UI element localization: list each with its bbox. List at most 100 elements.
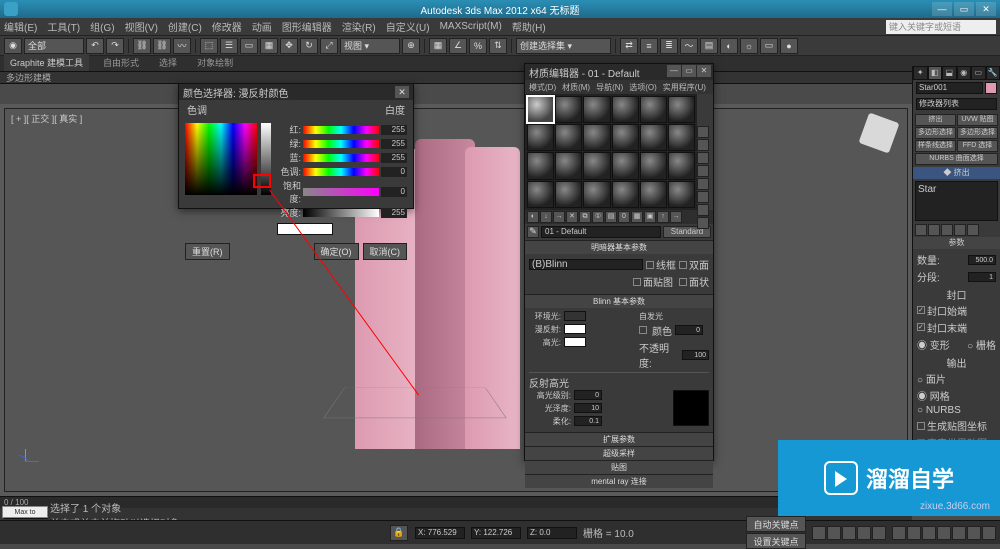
material-slot[interactable] (583, 96, 610, 123)
menu-help[interactable]: 帮助(H) (512, 19, 546, 34)
color-reset-button[interactable]: 重置(R) (185, 243, 230, 260)
material-slot[interactable] (527, 96, 554, 123)
mod-polyselect-button[interactable]: 多边形选择 (915, 127, 956, 139)
color-spectrum[interactable] (185, 123, 257, 195)
remove-mod-icon[interactable] (954, 224, 966, 236)
ribbon-tab-freeform[interactable]: 自由形式 (97, 54, 145, 71)
supersampling-rollout[interactable]: 超级采样 (525, 447, 713, 460)
selection-filter-dropdown[interactable]: 全部 (24, 38, 84, 54)
get-material-icon[interactable]: ◐ (527, 211, 539, 223)
zoom-icon[interactable] (892, 526, 906, 540)
render-setup-button[interactable]: ☼ (740, 38, 758, 54)
y-coord-input[interactable] (471, 527, 521, 539)
menu-maxscript[interactable]: MAXScript(M) (440, 21, 502, 32)
redo-button[interactable]: ↷ (106, 38, 124, 54)
zoom-extents-icon[interactable] (922, 526, 936, 540)
maximize-vp-icon[interactable] (982, 526, 996, 540)
go-forward-icon[interactable]: → (670, 211, 682, 223)
mod-polyselect2-button[interactable]: 多边形选择 (957, 127, 998, 139)
selfillum-color-checkbox[interactable] (639, 326, 647, 334)
mat-id-icon[interactable]: 0 (618, 211, 630, 223)
blue-slider[interactable] (303, 154, 379, 162)
material-editor-button[interactable]: ◐ (720, 38, 738, 54)
options-icon[interactable] (697, 204, 709, 216)
blinn-rollout-header[interactable]: Blinn 基本参数 (525, 295, 713, 308)
goto-end-icon[interactable] (872, 526, 886, 540)
select-region-button[interactable]: ▭ (240, 38, 258, 54)
close-button[interactable]: ✕ (976, 2, 996, 16)
align-button[interactable]: ≡ (640, 38, 658, 54)
material-slot[interactable] (668, 152, 695, 179)
menu-customize[interactable]: 自定义(U) (386, 19, 430, 34)
opacity-spinner[interactable]: 100 (682, 350, 709, 360)
render-button[interactable]: ● (780, 38, 798, 54)
color-cancel-button[interactable]: 取消(C) (363, 243, 408, 260)
hierarchy-tab-icon[interactable]: ⬓ (942, 66, 957, 80)
menu-tools[interactable]: 工具(T) (47, 19, 80, 34)
make-copy-icon[interactable]: ⧉ (579, 211, 591, 223)
x-coord-input[interactable] (415, 527, 465, 539)
background-icon[interactable] (697, 152, 709, 164)
app-menu-icon[interactable]: ◉ (4, 38, 22, 54)
cap-start-checkbox[interactable] (917, 306, 925, 314)
material-slot[interactable] (527, 181, 554, 208)
mentalray-rollout[interactable]: mental ray 连接 (525, 475, 713, 488)
red-slider[interactable] (303, 126, 379, 134)
mod-splinesel-button[interactable]: 样条线选择 (915, 140, 956, 152)
ref-coord-dropdown[interactable]: 视图 ▾ (340, 38, 400, 54)
orbit-icon[interactable] (967, 526, 981, 540)
object-name-field[interactable]: Star001 (916, 82, 983, 94)
viewport-label[interactable]: [ + ][ 正交 ][ 真实 ] (11, 112, 82, 125)
assign-to-sel-icon[interactable]: → (553, 211, 565, 223)
modifier-stack-header[interactable]: ◆ 挤出 (913, 167, 1000, 179)
twosided-checkbox[interactable] (679, 261, 687, 269)
sample-type-icon[interactable] (697, 126, 709, 138)
menu-animation[interactable]: 动画 (252, 19, 272, 34)
show-in-vp-icon[interactable]: ▦ (631, 211, 643, 223)
mat-maximize-button[interactable]: ▭ (682, 65, 696, 77)
link-button[interactable]: ⛓ (133, 38, 151, 54)
mirror-button[interactable]: ⇄ (620, 38, 638, 54)
material-slot[interactable] (640, 152, 667, 179)
make-unique-icon[interactable]: ① (592, 211, 604, 223)
undo-button[interactable]: ↶ (86, 38, 104, 54)
material-slot[interactable] (612, 124, 639, 151)
maps-rollout[interactable]: 贴图 (525, 461, 713, 474)
select-button[interactable]: ⬚ (200, 38, 218, 54)
mod-nurbs-button[interactable]: NURBS 曲面选择 (915, 153, 998, 165)
menu-rendering[interactable]: 渲染(R) (342, 19, 376, 34)
named-selection-dropdown[interactable]: 创建选择集 ▾ (516, 38, 611, 54)
diffuse-swatch[interactable] (564, 324, 586, 334)
segments-spinner[interactable]: 1 (968, 272, 996, 282)
material-slot[interactable] (612, 152, 639, 179)
zoom-all-icon[interactable] (907, 526, 921, 540)
val-slider[interactable] (303, 209, 379, 217)
color-picker-titlebar[interactable]: 颜色选择器: 漫反射颜色 ✕ (179, 84, 413, 100)
material-name-dropdown[interactable]: 01 - Default (541, 226, 661, 238)
mod-ffd-button[interactable]: FFD 选择 (957, 140, 998, 152)
create-tab-icon[interactable]: ✦ (913, 66, 928, 80)
shader-rollout-header[interactable]: 明暗器基本参数 (525, 241, 713, 254)
material-slot[interactable] (583, 181, 610, 208)
material-slot[interactable] (640, 96, 667, 123)
material-slot[interactable] (640, 124, 667, 151)
mat-menu-options[interactable]: 选项(O) (629, 82, 657, 93)
select-by-mat-icon[interactable] (697, 217, 709, 229)
material-slot[interactable] (527, 152, 554, 179)
motion-tab-icon[interactable]: ◉ (957, 66, 972, 80)
material-slot[interactable] (555, 124, 582, 151)
material-editor-titlebar[interactable]: 材质编辑器 - 01 - Default — ▭ ✕ (525, 64, 713, 80)
glossiness-spinner[interactable]: 10 (574, 403, 602, 413)
schematic-button[interactable]: ▤ (700, 38, 718, 54)
material-slot[interactable] (555, 181, 582, 208)
material-slot[interactable] (555, 96, 582, 123)
new-color-swatch[interactable] (277, 223, 333, 235)
display-tab-icon[interactable]: ▭ (971, 66, 986, 80)
unlink-button[interactable]: ⛓ (153, 38, 171, 54)
setkey-button[interactable]: 设置关键点 (746, 533, 806, 549)
green-slider[interactable] (303, 140, 379, 148)
go-parent-icon[interactable]: ↑ (657, 211, 669, 223)
viewcube[interactable] (858, 112, 899, 153)
fov-icon[interactable] (937, 526, 951, 540)
modifier-stack-list[interactable]: Star (915, 181, 998, 221)
